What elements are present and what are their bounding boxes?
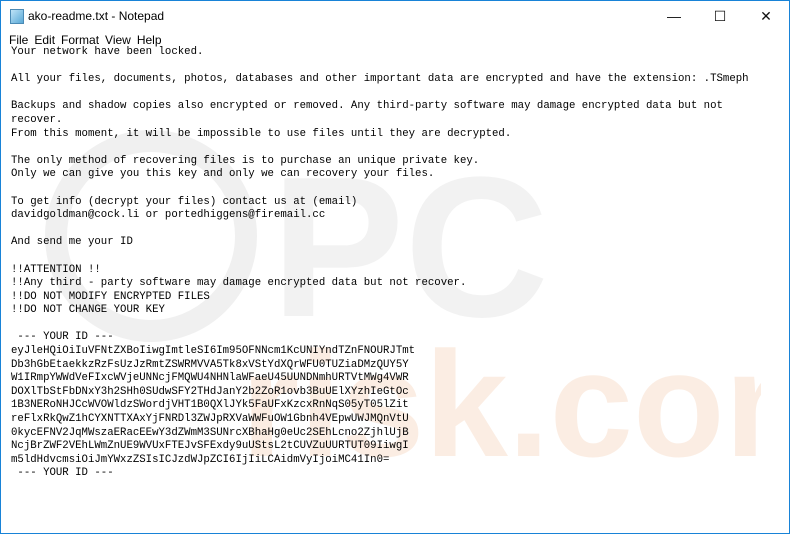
text-line: davidgoldman@cock.li or portedhiggens@fi…	[11, 209, 326, 222]
text-line: reFlxRkQwZ1hCYXNTTXAxYjFNRDl3ZWJpRXVaWWF…	[11, 413, 409, 426]
text-line	[11, 141, 789, 155]
text-line: The only method of recovering files is t…	[11, 154, 480, 167]
text-line: 0kycEFNV2JqMWszaERacEEwY3dZWmM3SUNrcXBha…	[11, 426, 409, 439]
text-line: !!DO NOT CHANGE YOUR KEY	[11, 304, 165, 317]
text-line	[11, 87, 789, 101]
text-line	[11, 318, 789, 332]
text-line: From this moment, it will be impossible …	[11, 127, 512, 140]
notepad-window: ako-readme.txt - Notepad — ☐ ✕ File Edit…	[0, 0, 790, 534]
text-line	[11, 223, 789, 237]
text-line: eyJleHQiOiIuVFNtZXBoIiwgImtleSI6Im95OFNN…	[11, 345, 416, 358]
text-line: !!DO NOT MODIFY ENCRYPTED FILES	[11, 290, 210, 303]
notepad-icon	[10, 8, 24, 24]
menu-file[interactable]: File	[9, 33, 28, 47]
text-line: --- YOUR ID ---	[11, 331, 114, 344]
text-line: !!ATTENTION !!	[11, 263, 101, 276]
text-editor[interactable]: PC risk.com Your network have been locke…	[1, 46, 789, 533]
text-line: Db3hGbEtaekkzRzFsUzJzRmtZSWRMVVA5Tk8xVSt…	[11, 358, 409, 371]
text-line: All your files, documents, photos, datab…	[11, 73, 749, 86]
text-line: recover.	[11, 113, 63, 126]
text-line: Only we can give you this key and only w…	[11, 168, 435, 181]
title-bar[interactable]: ako-readme.txt - Notepad — ☐ ✕	[1, 1, 789, 31]
text-line: And send me your ID	[11, 236, 133, 249]
menu-format[interactable]: Format	[61, 33, 99, 47]
text-line: NcjBrZWF2VEhLWmZnUE9WVUxFTEJvSFExdy9uUSt…	[11, 440, 409, 453]
text-line: Backups and shadow copies also encrypted…	[11, 100, 723, 113]
minimize-button[interactable]: —	[651, 1, 697, 31]
menu-help[interactable]: Help	[137, 33, 162, 47]
maximize-button[interactable]: ☐	[697, 1, 743, 31]
text-line: DOXlTbStFbDNxY3h2SHh0SUdwSFY2THdJanY2b2Z…	[11, 385, 409, 398]
text-line: !!Any third - party software may damage …	[11, 277, 467, 290]
menu-view[interactable]: View	[105, 33, 131, 47]
text-line	[11, 182, 789, 196]
document-text: Your network have been locked. All your f…	[1, 46, 789, 481]
text-line	[11, 60, 789, 74]
text-line: To get info (decrypt your files) contact…	[11, 195, 358, 208]
window-title: ako-readme.txt - Notepad	[28, 9, 165, 23]
text-line: 1B3NERoNHJCcWVOWldzSWordjVHT1B0QXlJYk5Fa…	[11, 399, 409, 412]
text-line: --- YOUR ID ---	[11, 467, 114, 480]
text-line: W1IRmpYWWdVeFIxcWVjeUNNcjFMQWU4NHNlaWFae…	[11, 372, 409, 385]
text-line	[11, 250, 789, 264]
menu-edit[interactable]: Edit	[34, 33, 55, 47]
text-line: Your network have been locked.	[11, 46, 204, 58]
close-button[interactable]: ✕	[743, 1, 789, 31]
text-line: m5ldHdvcmsiOiJmYWxzZSIsICJzdWJpZCI6IjIiL…	[11, 453, 390, 466]
